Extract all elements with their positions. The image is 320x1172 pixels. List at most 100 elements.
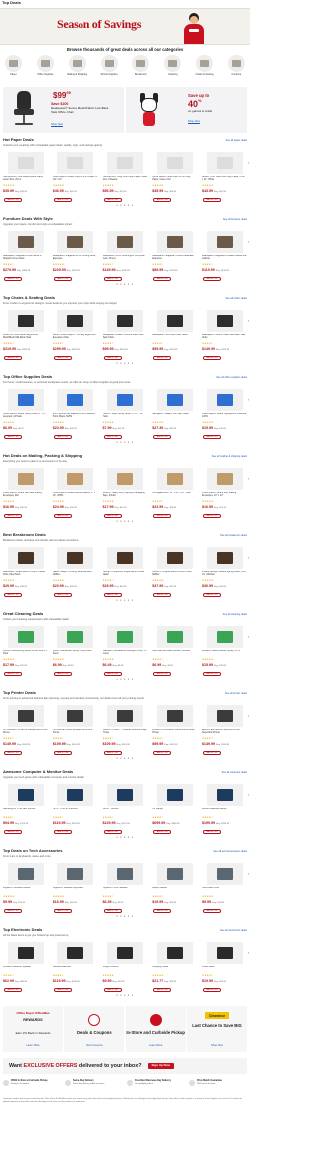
chevron-right-icon[interactable]: › xyxy=(248,397,249,403)
product-name[interactable]: Corrugated Box, 12" x 12" x 12", Kraft xyxy=(152,492,197,499)
product-image[interactable] xyxy=(206,784,243,806)
product-image[interactable] xyxy=(107,468,143,490)
product-card[interactable]: Office Depot® Brand Self-Seal Mailing En… xyxy=(3,468,48,519)
carousel-dots[interactable]: ● ● ● ● ● xyxy=(3,203,247,208)
product-card[interactable]: Realspace® 48"W Worthington Computer Des… xyxy=(103,231,148,282)
product-name[interactable]: Wireless Earbuds xyxy=(53,966,98,973)
product-card[interactable]: Realspace® Magellan 2-Drawer Lateral Fil… xyxy=(202,231,247,282)
product-image[interactable] xyxy=(206,705,243,727)
category-item[interactable]: Mailing & Shipping xyxy=(67,55,88,87)
product-name[interactable]: HP OfficeJet Pro 9015e Wireless All-In-O… xyxy=(3,729,48,736)
add-to-cart-button[interactable]: Add to Cart xyxy=(103,277,122,281)
product-card[interactable]: Dell 27" Monitor ★★★★☆ $129.99 Reg. $179.9… xyxy=(103,784,148,835)
product-image[interactable] xyxy=(206,626,243,648)
product-name[interactable]: Office Depot® Brand Poly Mailing Envelop… xyxy=(202,492,247,499)
product-name[interactable]: Keurig® K-Supreme Single Serve Coffee Ma… xyxy=(103,571,148,578)
product-image[interactable] xyxy=(7,310,44,332)
add-to-cart-button[interactable]: Add to Cart xyxy=(4,593,22,597)
product-image[interactable] xyxy=(57,784,94,806)
product-image[interactable] xyxy=(57,705,94,727)
product-image[interactable] xyxy=(156,547,193,569)
add-to-cart-button[interactable]: Add to Cart xyxy=(203,988,221,992)
product-card[interactable]: WorkPro® 1000 Series Ergonomic Mesh/Mesh… xyxy=(3,310,48,361)
product-image[interactable] xyxy=(156,310,193,332)
product-card[interactable]: Office Depot® Brand Copy & Print Paper, … xyxy=(53,152,98,203)
product-name[interactable]: Office Depot® Brand Self-Seal Mailing En… xyxy=(3,492,48,499)
product-image[interactable] xyxy=(57,942,94,964)
product-name[interactable]: Dell 27" Monitor xyxy=(103,808,148,815)
product-image[interactable] xyxy=(57,626,94,648)
product-image[interactable] xyxy=(206,547,243,569)
add-to-cart-button[interactable]: Add to Cart xyxy=(4,198,22,202)
product-name[interactable]: Brother HL-L2350DW Monochrome Laser Prin… xyxy=(152,729,197,736)
add-to-cart-button[interactable]: Add to Cart xyxy=(103,514,122,518)
product-name[interactable]: Office Depot® Brand Highlighters, Assort… xyxy=(202,413,247,420)
product-name[interactable]: HP DeskJet 4155e Wireless All-In-One Pri… xyxy=(53,729,98,736)
product-image[interactable] xyxy=(206,152,243,174)
product-card[interactable]: Post-it® Super Sticky Notes, 3" x 3", 12… xyxy=(103,389,148,440)
product-name[interactable]: Office Depot® Brand Bubble Mailers, 6" x… xyxy=(53,492,98,499)
product-image[interactable] xyxy=(156,863,193,885)
carousel-dots[interactable]: ● ● ● ● ● xyxy=(3,993,247,998)
product-name[interactable]: Scotch® Heavy Duty Shipping Packaging Ta… xyxy=(103,492,148,499)
add-to-cart-button[interactable]: Add to Cart xyxy=(103,909,122,913)
product-card[interactable]: Nature Valley® Crunchy Granola Bars, 49/… xyxy=(53,547,98,598)
product-name[interactable]: WorkPro® 1000 Series Ergonomic Mesh/Mesh… xyxy=(3,334,48,341)
product-card[interactable]: Corrugated Box, 12" x 12" x 12", Kraft ★★… xyxy=(152,468,197,519)
promo-cta[interactable]: Shop Now xyxy=(51,123,63,126)
product-name[interactable]: Realspace® Magellan Performance L-Shaped… xyxy=(3,255,48,262)
product-card[interactable]: Serta® Smart Layers™ Brinley Ergonomic E… xyxy=(53,310,98,361)
pickup-cta[interactable]: Learn More xyxy=(126,1044,186,1047)
add-to-cart-button[interactable]: Add to Cart xyxy=(203,593,221,597)
product-card[interactable]: HP DeskJet 4155e Wireless All-In-One Pri… xyxy=(53,705,98,756)
add-to-cart-button[interactable]: Add to Cart xyxy=(153,198,172,202)
product-image[interactable] xyxy=(57,468,94,490)
add-to-cart-button[interactable]: Add to Cart xyxy=(203,514,221,518)
product-name[interactable]: Charging Cable xyxy=(152,966,197,973)
product-image[interactable] xyxy=(57,310,94,332)
add-to-cart-button[interactable]: Add to Cart xyxy=(53,198,72,202)
product-image[interactable] xyxy=(7,942,44,964)
product-name[interactable]: Realspace® Magellan 3-Shelf Bookcase, Es… xyxy=(152,255,197,262)
product-card[interactable]: Samsung 24" FHD LED Monitor ★★★★☆ $94.99 R… xyxy=(3,784,48,835)
add-to-cart-button[interactable]: Add to Cart xyxy=(4,435,22,439)
product-name[interactable]: Poland Spring® Natural Spring Water, 16.… xyxy=(202,571,247,578)
product-name[interactable]: HP Laptop xyxy=(152,808,197,815)
chevron-right-icon[interactable]: › xyxy=(248,239,249,245)
product-image[interactable] xyxy=(156,784,193,806)
category-item[interactable]: School Supplies xyxy=(99,55,120,87)
product-card[interactable]: Clorox® Disinfecting Wipes, Fresh Scent,… xyxy=(3,626,48,677)
product-name[interactable]: USB Flash Drive xyxy=(202,887,247,894)
product-card[interactable]: Logitech® USB Headset ★★★★☆ $6.39 Reg. $9.… xyxy=(103,863,148,914)
product-name[interactable]: Realspace® 48"W Worthington Computer Des… xyxy=(103,255,148,262)
clearance-tile[interactable]: Clearance Last Chance to Save BIG Shop N… xyxy=(186,1006,247,1052)
add-to-cart-button[interactable]: Add to Cart xyxy=(53,672,72,676)
pickup-tile[interactable]: In-Store and Curbside Pickup Learn More xyxy=(125,1006,186,1052)
product-image[interactable] xyxy=(206,231,243,253)
product-name[interactable]: Logitech® Wireless Keyboard xyxy=(53,887,98,894)
product-name[interactable]: Lenovo IdeaPad Laptop xyxy=(202,808,247,815)
product-card[interactable]: Swingline® Stapler, Full Strip, Black ★★★… xyxy=(152,389,197,440)
category-item[interactable]: Furniture xyxy=(226,55,247,87)
category-item[interactable]: Chairs & Seating xyxy=(194,55,215,87)
product-image[interactable] xyxy=(57,547,94,569)
product-card[interactable]: Lysol® Disinfectant Spray, Crisp Linen S… xyxy=(53,626,98,677)
product-image[interactable] xyxy=(206,389,243,411)
add-to-cart-button[interactable]: Add to Cart xyxy=(153,830,172,834)
product-name[interactable]: Lysol® Disinfectant Spray, Crisp Linen S… xyxy=(53,650,98,657)
see-all-link[interactable]: See all breakroom deals xyxy=(220,534,247,537)
see-all-link[interactable]: See all computer deals xyxy=(222,771,247,774)
chevron-right-icon[interactable]: › xyxy=(248,160,249,166)
add-to-cart-button[interactable]: Add to Cart xyxy=(53,988,72,992)
product-name[interactable]: Solo Mid-Size Latex Gloves, 100/Box xyxy=(152,650,197,657)
add-to-cart-button[interactable]: Add to Cart xyxy=(4,514,22,518)
product-image[interactable] xyxy=(156,389,193,411)
carousel-dots[interactable]: ● ● ● ● ● xyxy=(3,440,247,445)
coupons-tile[interactable]: Deals & Coupons View Coupons xyxy=(64,1006,125,1052)
product-image[interactable] xyxy=(107,152,143,174)
product-card[interactable]: Hammermill® Fore Multipurpose Paper, Let… xyxy=(3,152,48,203)
product-image[interactable] xyxy=(107,547,143,569)
carousel-dots[interactable]: ● ● ● ● ● xyxy=(3,914,247,919)
product-image[interactable] xyxy=(7,152,44,174)
add-to-cart-button[interactable]: Add to Cart xyxy=(103,751,122,755)
